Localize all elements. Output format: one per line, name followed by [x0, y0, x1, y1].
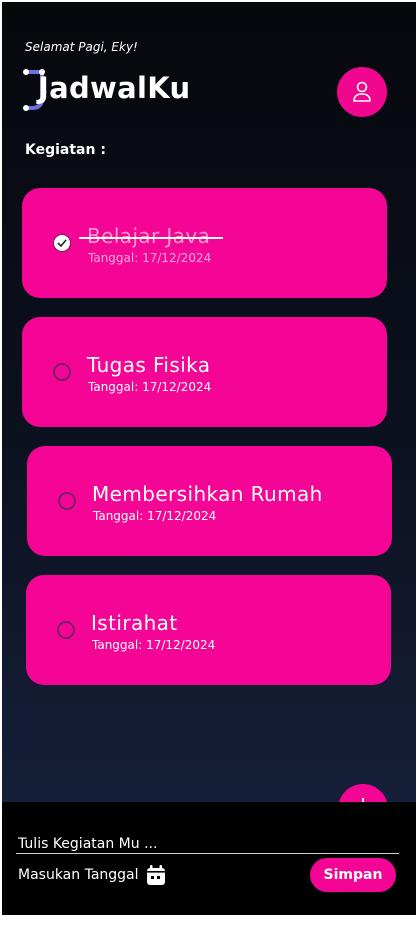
task-title: Membersihkan Rumah — [92, 482, 323, 506]
greeting-text: Selamat Pagi, Eky! — [25, 40, 138, 54]
task-input[interactable] — [16, 834, 399, 854]
task-entry-bar: Masukan Tanggal Simpan — [2, 802, 416, 915]
task-checkbox[interactable] — [57, 621, 75, 639]
task-date: Tanggal: 17/12/2024 — [92, 638, 216, 652]
task-date: Tanggal: 17/12/2024 — [93, 509, 217, 523]
task-title: Tugas Fisika — [87, 353, 211, 377]
task-card[interactable]: Tugas Fisika Tanggal: 17/12/2024 — [22, 317, 387, 427]
checkmark-icon — [57, 239, 67, 247]
task-card[interactable]: Istirahat Tanggal: 17/12/2024 — [26, 575, 391, 685]
app-name: JadwalKu — [38, 71, 191, 105]
task-card[interactable]: Membersihkan Rumah Tanggal: 17/12/2024 — [27, 446, 392, 556]
task-checkbox[interactable] — [53, 363, 71, 381]
task-date: Tanggal: 17/12/2024 — [88, 380, 212, 394]
date-label: Masukan Tanggal — [18, 867, 139, 883]
app-logo: JadwalKu — [22, 68, 202, 114]
task-title: Belajar Java — [87, 224, 211, 248]
section-label: Kegiatan : — [25, 142, 106, 158]
task-date: Tanggal: 17/12/2024 — [88, 251, 212, 265]
task-checkbox[interactable] — [53, 234, 71, 252]
calendar-icon[interactable] — [145, 864, 167, 886]
profile-button[interactable] — [337, 67, 387, 117]
app-screen: Selamat Pagi, Eky! JadwalKu Kegiatan : B… — [2, 2, 416, 802]
save-button[interactable]: Simpan — [310, 858, 396, 892]
add-task-button[interactable] — [338, 784, 388, 802]
task-title: Istirahat — [91, 611, 178, 635]
strikethrough-line — [79, 237, 223, 239]
date-picker[interactable]: Masukan Tanggal — [18, 862, 167, 888]
user-icon — [353, 81, 371, 102]
task-card[interactable]: Belajar Java Tanggal: 17/12/2024 — [22, 188, 387, 298]
task-checkbox[interactable] — [58, 492, 76, 510]
